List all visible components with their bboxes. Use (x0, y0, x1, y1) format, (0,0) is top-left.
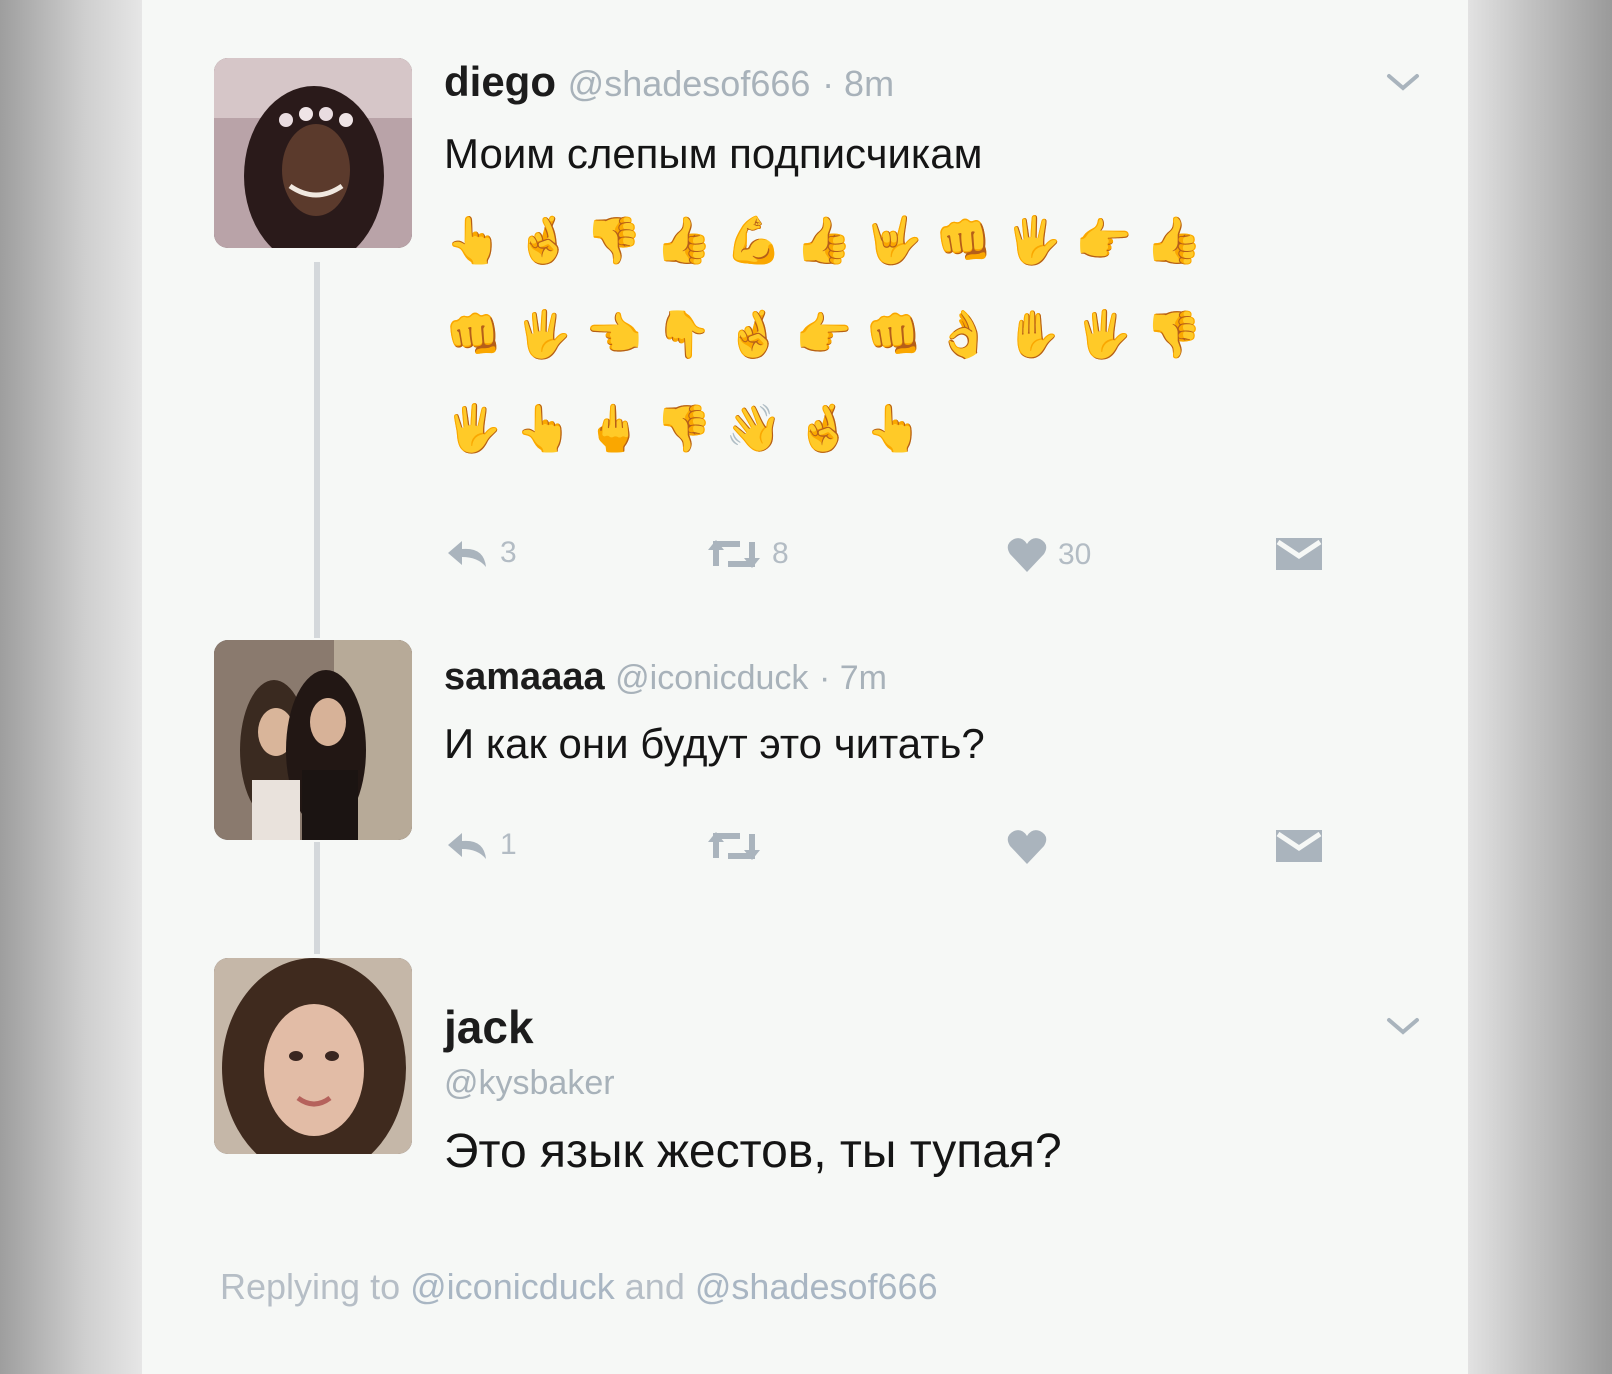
hand-emoji: 👇 (655, 308, 713, 360)
avatar-photo (214, 58, 412, 248)
display-name[interactable]: samaaaa (444, 656, 605, 698)
retweet-button[interactable] (706, 828, 772, 864)
replying-label: Replying to (220, 1266, 401, 1307)
hand-emoji: 🖐 (445, 402, 503, 454)
username[interactable]: @iconicduck (615, 659, 808, 697)
message-button[interactable] (1274, 828, 1324, 864)
hand-emoji: 👍 (1145, 214, 1203, 266)
emoji-row: 👆 🤞 👎 👍 💪 👍 🤟 👊 🖐 👉 👍 (442, 210, 1206, 270)
tweet-text: Моим слепым подписчикам (444, 130, 983, 177)
hand-emoji: 👎 (1145, 308, 1203, 360)
display-name[interactable]: diego (444, 58, 556, 105)
avatar-photo (214, 958, 412, 1154)
hand-emoji: 👋 (725, 402, 783, 454)
avatar[interactable] (214, 958, 412, 1154)
hand-emoji: 💪 (725, 214, 783, 266)
hand-emoji: 👉 (795, 308, 853, 360)
hand-emoji: ✋ (1005, 308, 1063, 360)
hand-emoji: 🤞 (515, 214, 573, 266)
tweet-actions: 1 (444, 828, 1344, 872)
timestamp[interactable]: · 8m (822, 63, 894, 104)
reply-count: 3 (500, 536, 517, 569)
hand-emoji: 🤞 (795, 402, 853, 454)
thread-connector (314, 842, 320, 954)
hand-emoji: 👉 (1075, 214, 1133, 266)
hand-emoji: 👎 (655, 402, 713, 454)
reply-icon (448, 541, 486, 567)
avatar[interactable] (214, 640, 412, 840)
mention-link[interactable]: @iconicduck (410, 1266, 615, 1307)
like-count: 30 (1058, 538, 1092, 571)
tweet-text: И как они будут это читать? (444, 720, 985, 767)
chevron-down-icon[interactable] (1386, 1016, 1420, 1036)
hand-emoji: 🤟 (865, 214, 923, 266)
tweet-header: samaaaa @iconicduck · 7m (444, 656, 887, 699)
reply-count: 1 (500, 828, 517, 861)
hand-emoji: 🖐 (1005, 214, 1063, 266)
retweet-button[interactable]: 8 (706, 536, 789, 572)
hand-emoji: 🖕 (585, 402, 643, 454)
like-button[interactable] (1006, 828, 1058, 866)
message-button[interactable] (1274, 536, 1324, 572)
tweet-text: Это язык жестов, ты тупая? (444, 1125, 1062, 1178)
hand-emoji: 🖐 (1075, 308, 1133, 360)
hand-emoji: 👎 (585, 214, 643, 266)
hand-emoji: 👊 (445, 308, 503, 360)
background-right (1468, 0, 1612, 1374)
emoji-row: 👊 🖐 👈 👇 🤞 👉 👊 👌 ✋ 🖐 👎 (442, 304, 1206, 364)
reply-button[interactable]: 3 (444, 536, 517, 570)
replying-conjunction: and (624, 1266, 685, 1307)
like-icon (1007, 830, 1047, 864)
reply-icon (448, 833, 486, 859)
tweet-header: jack (444, 1000, 534, 1054)
emoji-row: 🖐 👆 🖕 👎 👋 🤞 👆 (442, 398, 926, 458)
replying-to: Replying to @iconicduck and @shadesof666 (220, 1266, 938, 1308)
avatar-photo (214, 640, 412, 840)
hand-emoji: 👍 (795, 214, 853, 266)
hand-emoji: 👊 (865, 308, 923, 360)
hand-emoji: 👆 (445, 214, 503, 266)
thread-connector (314, 262, 320, 638)
hand-emoji: 👈 (585, 308, 643, 360)
timestamp[interactable]: · 7m (819, 659, 887, 697)
like-button[interactable]: 30 (1006, 536, 1091, 574)
message-icon (1276, 830, 1322, 862)
hand-emoji: 👆 (865, 402, 923, 454)
retweet-icon (708, 832, 760, 860)
chevron-down-icon[interactable] (1386, 72, 1420, 92)
avatar[interactable] (214, 58, 412, 248)
username[interactable]: @shadesof666 (568, 63, 811, 104)
like-icon (1007, 538, 1047, 572)
tweet-header: diego @shadesof666 · 8m (444, 58, 894, 106)
hand-emoji: 🖐 (515, 308, 573, 360)
retweet-icon (708, 540, 760, 568)
hand-emoji: 👍 (655, 214, 713, 266)
hand-emoji: 👌 (935, 308, 993, 360)
message-icon (1276, 538, 1322, 570)
reply-button[interactable]: 1 (444, 828, 517, 862)
username[interactable]: @kysbaker (444, 1064, 615, 1103)
hand-emoji: 🤞 (725, 308, 783, 360)
hand-emoji: 👆 (515, 402, 573, 454)
retweet-count: 8 (772, 537, 789, 570)
tweet-actions: 3 8 30 (444, 536, 1344, 580)
background-left (0, 0, 142, 1374)
mention-link[interactable]: @shadesof666 (695, 1266, 938, 1307)
display-name[interactable]: jack (444, 1001, 534, 1053)
hand-emoji: 👊 (935, 214, 993, 266)
